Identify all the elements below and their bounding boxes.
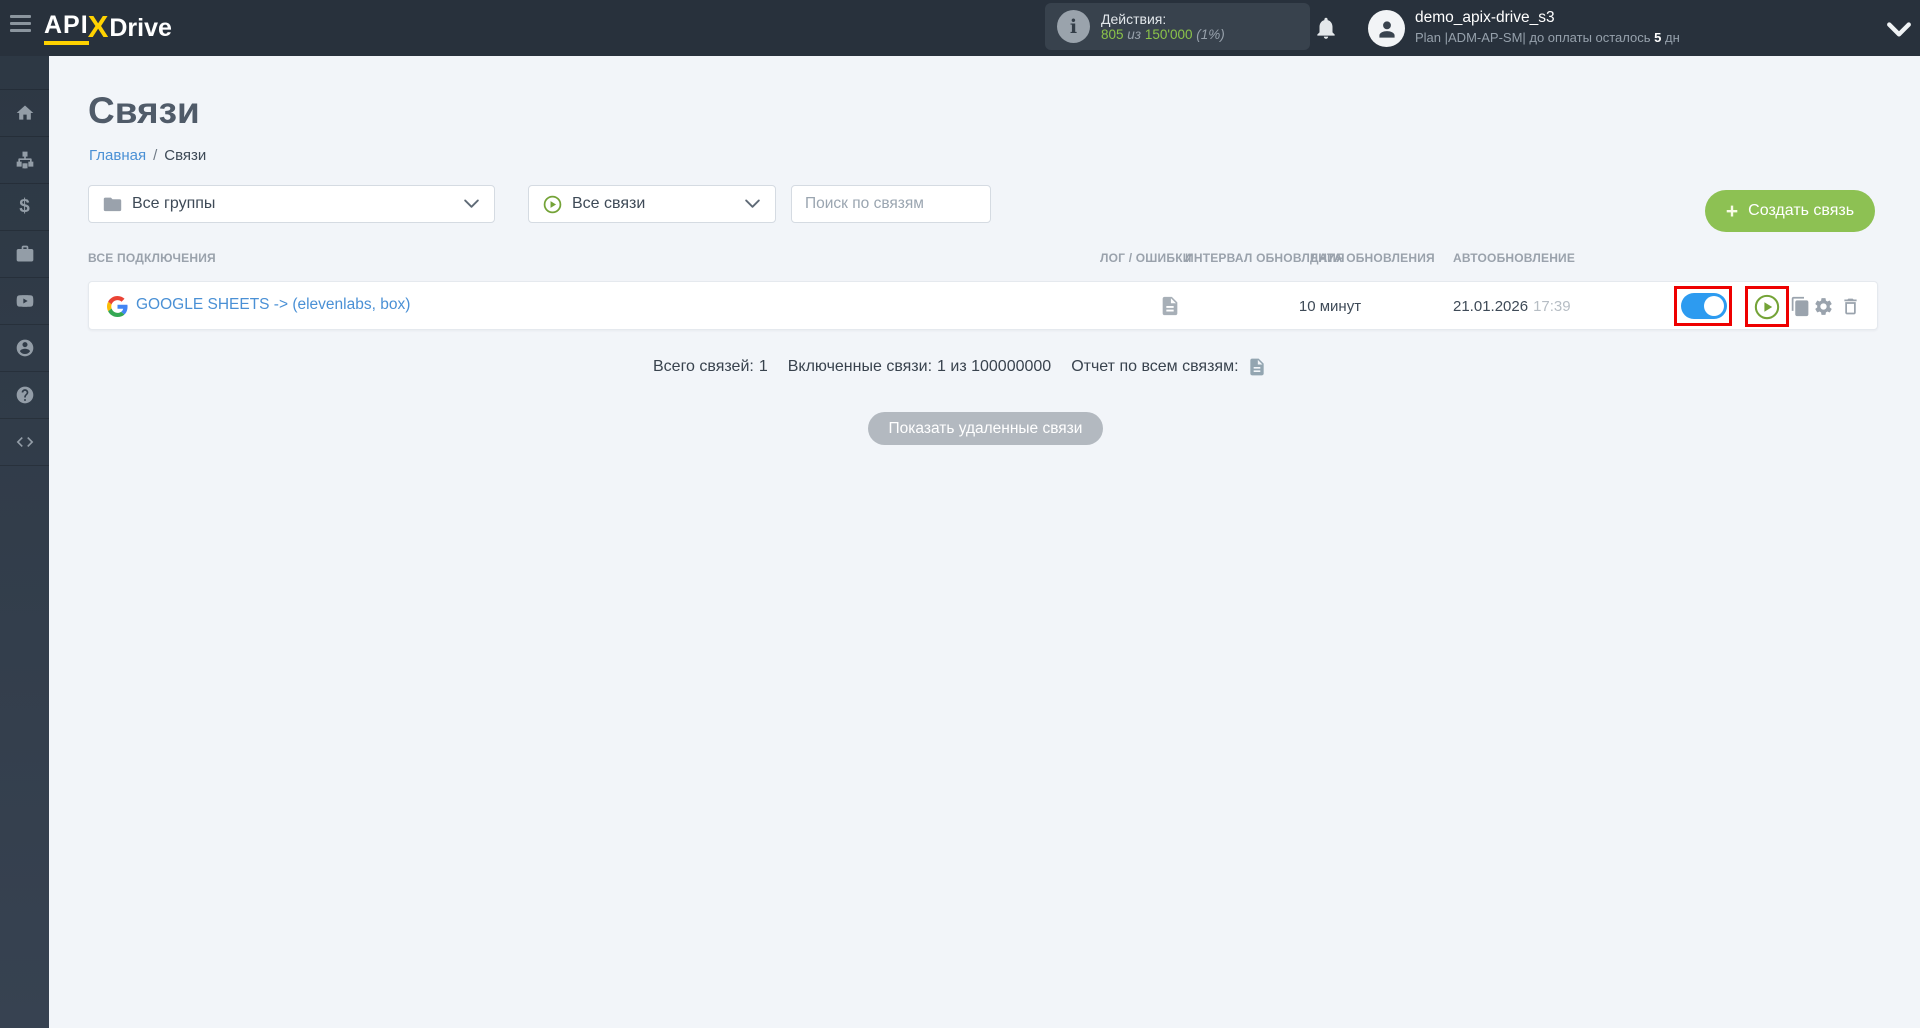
groups-dropdown-value: Все группы — [132, 195, 216, 212]
summary-line: Всего связей: 1 Включенные связи: 1 из 1… — [653, 357, 1267, 377]
update-date: 21.01.2026 17:39 — [1453, 298, 1571, 315]
apixdrive-logo[interactable]: API X Drive — [44, 9, 172, 46]
dollar-icon: $ — [19, 196, 30, 217]
top-header: API X Drive i Действия: 805 из 150'000 (1%… — [0, 0, 1920, 56]
plan-days-unit: дн — [1665, 30, 1680, 45]
breadcrumb-home-link[interactable]: Главная — [89, 147, 146, 164]
update-time-value: 17:39 — [1533, 298, 1571, 315]
breadcrumb-separator: / — [153, 147, 158, 164]
create-link-button[interactable]: + Создать связь — [1705, 190, 1875, 232]
sidebar-item-home[interactable] — [0, 90, 49, 137]
google-sheets-icon — [107, 296, 128, 317]
user-avatar[interactable] — [1368, 10, 1405, 47]
breadcrumb: Главная / Связи — [89, 147, 206, 164]
notifications-bell-icon[interactable] — [1313, 14, 1339, 42]
avatar-person-icon — [1378, 20, 1395, 38]
update-interval-value: 10 минут — [1298, 298, 1362, 315]
column-header-autoupdate: АВТООБНОВЛЕНИЕ — [1453, 251, 1576, 265]
folder-icon — [103, 197, 122, 212]
user-plan-line: Plan |ADM-AP-SM| до оплаты осталось 5 дн — [1415, 30, 1680, 45]
breadcrumb-current: Связи — [164, 147, 207, 164]
user-menu-chevron-down-icon[interactable] — [1886, 21, 1912, 39]
enabled-links-value: 1 из 100000000 — [937, 358, 1052, 375]
total-links: Всего связей: 1 — [653, 358, 768, 376]
sidebar-item-help[interactable] — [0, 372, 49, 419]
report-label: Отчет по всем связям: — [1071, 358, 1239, 375]
info-icon: i — [1057, 10, 1090, 43]
groups-filter-dropdown[interactable]: Все группы — [88, 185, 495, 223]
actions-usage-counter: i Действия: 805 из 150'000 (1%) — [1045, 3, 1310, 50]
actions-of: из — [1127, 26, 1142, 42]
play-circle-icon — [543, 195, 562, 213]
chevron-down-icon — [745, 199, 760, 208]
report-all-links: Отчет по всем связям: — [1071, 357, 1266, 377]
sidebar-item-billing[interactable]: $ — [0, 184, 49, 231]
trash-icon — [1844, 298, 1857, 315]
plus-icon: + — [1725, 199, 1739, 223]
plan-days-value: 5 — [1654, 30, 1662, 45]
user-icon — [16, 339, 33, 357]
report-document-icon[interactable] — [1247, 357, 1267, 377]
sidebar-item-connections[interactable] — [0, 137, 49, 184]
brand-x: X — [87, 9, 109, 44]
delete-connection-button[interactable] — [1840, 296, 1861, 317]
toggle-knob — [1704, 296, 1724, 316]
home-icon — [16, 105, 33, 120]
actions-total: 150'000 — [1144, 26, 1193, 42]
enabled-links: Включенные связи: 1 из 100000000 — [788, 358, 1051, 376]
actions-used: 805 — [1101, 26, 1124, 42]
column-header-log: ЛОГ / ОШИБКИ — [1100, 251, 1192, 265]
create-link-label: Создать связь — [1748, 202, 1855, 219]
chevron-down-icon — [464, 199, 479, 208]
sidebar-item-video[interactable] — [0, 278, 49, 325]
copy-icon — [1791, 296, 1809, 317]
links-dropdown-value: Все связи — [572, 195, 646, 212]
links-filter-dropdown[interactable]: Все связи — [528, 185, 776, 223]
table-header-row: ВСЕ ПОДКЛЮЧЕНИЯ ЛОГ / ОШИБКИ ИНТЕРВАЛ ОБ… — [0, 251, 1920, 267]
gear-icon — [1815, 298, 1832, 315]
autoupdate-toggle[interactable] — [1681, 293, 1727, 319]
show-deleted-links-button[interactable]: Показать удаленные связи — [868, 412, 1103, 445]
page-title: Связи — [88, 90, 200, 131]
actions-percent: (1%) — [1196, 26, 1225, 42]
user-name: demo_apix-drive_s3 — [1415, 9, 1555, 26]
search-input[interactable] — [791, 185, 991, 223]
column-header-connections: ВСЕ ПОДКЛЮЧЕНИЯ — [88, 251, 216, 265]
left-sidebar: $ — [0, 56, 49, 1028]
sitemap-icon — [16, 151, 33, 169]
user-menu[interactable]: demo_apix-drive_s3 Plan |ADM-AP-SM| до о… — [1415, 9, 1680, 45]
hamburger-menu-icon[interactable] — [10, 15, 32, 41]
sidebar-item-api[interactable] — [0, 419, 49, 466]
copy-connection-button[interactable] — [1790, 296, 1811, 317]
connection-settings-button[interactable] — [1813, 296, 1834, 317]
table-row: GOOGLE SHEETS -> (elevenlabs, box) 10 ми… — [88, 281, 1878, 330]
brand-api: API — [44, 11, 89, 45]
enabled-links-label: Включенные связи: — [787, 358, 933, 375]
brand-drive: Drive — [109, 13, 172, 42]
run-now-button[interactable] — [1754, 294, 1780, 320]
connection-title-link[interactable]: GOOGLE SHEETS -> (elevenlabs, box) — [136, 296, 410, 314]
log-document-icon[interactable] — [1159, 295, 1181, 317]
plan-prefix: Plan |ADM-AP-SM| до оплаты осталось — [1415, 30, 1651, 45]
total-links-label: Всего связей: — [653, 358, 754, 375]
actions-label: Действия: — [1101, 10, 1167, 27]
sidebar-item-account[interactable] — [0, 325, 49, 372]
column-header-date: ДАТА ОБНОВЛЕНИЯ — [1310, 251, 1435, 265]
code-icon — [16, 437, 33, 447]
update-date-value: 21.01.2026 — [1453, 298, 1529, 315]
actions-values: 805 из 150'000 (1%) — [1101, 27, 1225, 43]
help-icon — [16, 386, 33, 404]
youtube-icon — [16, 295, 33, 307]
total-links-value: 1 — [758, 358, 768, 375]
